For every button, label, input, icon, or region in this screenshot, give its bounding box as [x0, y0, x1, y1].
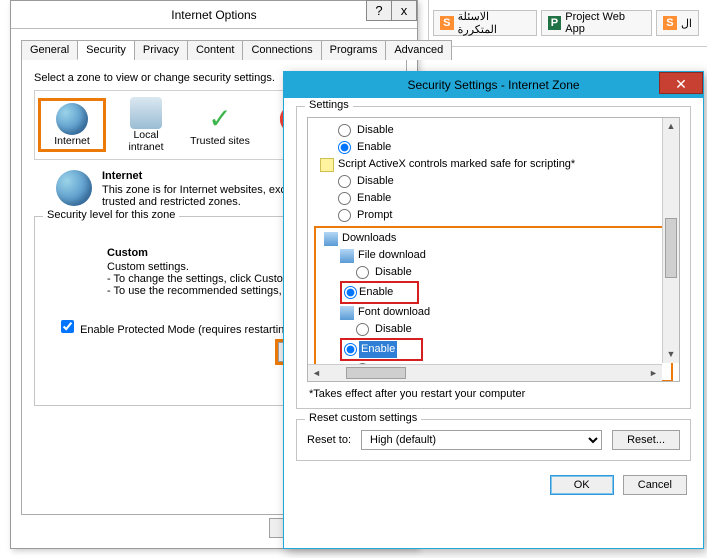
zone-label: Trusted sites — [190, 135, 250, 147]
restart-note: *Takes effect after you restart your com… — [309, 388, 678, 400]
font-download-icon — [340, 306, 354, 320]
reset-custom-settings-fieldset: Reset custom settings Reset to: High (de… — [296, 419, 691, 461]
close-button[interactable]: x — [391, 0, 417, 21]
zone-internet[interactable]: Internet — [41, 101, 103, 149]
check-icon: ✓ — [204, 103, 236, 135]
radio-disable[interactable] — [338, 124, 351, 137]
intranet-icon — [130, 97, 162, 129]
radio-font-download-disable[interactable] — [356, 323, 369, 336]
zone-label: Internet — [54, 135, 90, 147]
tab-security[interactable]: Security — [77, 40, 135, 60]
sharepoint-icon: S — [663, 16, 677, 30]
downloads-highlight: Downloads File download Disable Enable F… — [314, 226, 673, 382]
scroll-up-arrow[interactable]: ▲ — [663, 118, 679, 135]
tab-general[interactable]: General — [21, 40, 78, 60]
radio-enable[interactable] — [338, 141, 351, 154]
file-download-enable-highlight: Enable — [340, 281, 419, 304]
browser-tab[interactable]: S ال — [656, 10, 699, 36]
scroll-thumb[interactable] — [665, 218, 677, 278]
tab-strip: General Security Privacy Content Connect… — [21, 39, 407, 60]
project-icon: P — [548, 16, 562, 30]
zone-trusted-sites[interactable]: ✓ Trusted sites — [189, 103, 251, 147]
file-download-icon — [340, 249, 354, 263]
script-activex-node: Script ActiveX controls marked safe for … — [338, 156, 575, 173]
dialog-title: Internet Options — [171, 8, 256, 22]
protected-mode-checkbox[interactable]: Enable Protected Mode (requires restarti… — [57, 324, 297, 336]
browser-tab-label: الاسئلة المتكررة — [458, 10, 530, 36]
reset-to-label: Reset to: — [307, 434, 351, 446]
tab-advanced[interactable]: Advanced — [385, 40, 452, 60]
browser-tab[interactable]: S الاسئلة المتكررة — [433, 10, 537, 36]
horizontal-scrollbar[interactable]: ◄ ► — [308, 364, 662, 381]
font-download-enable-highlight: Enable — [340, 338, 423, 361]
ok-button[interactable]: OK — [550, 475, 614, 495]
help-button[interactable]: ? — [366, 0, 392, 21]
scroll-left-arrow[interactable]: ◄ — [308, 365, 325, 381]
browser-tab-strip: S الاسئلة المتكررة P Project Web App S ا… — [428, 0, 707, 47]
tab-content[interactable]: Content — [187, 40, 244, 60]
fieldset-legend: Reset custom settings — [305, 412, 421, 424]
close-button[interactable]: ✕ — [659, 72, 703, 94]
sharepoint-icon: S — [440, 16, 454, 30]
download-icon — [324, 232, 338, 246]
zone-label: Local intranet — [115, 129, 177, 153]
radio-file-download-enable[interactable] — [344, 286, 357, 299]
tab-connections[interactable]: Connections — [242, 40, 321, 60]
activex-icon — [320, 158, 334, 172]
dialog-titlebar[interactable]: Internet Options ? x — [11, 1, 417, 29]
settings-fieldset: Settings Disable Enable Script ActiveX c… — [296, 106, 691, 409]
browser-tab[interactable]: P Project Web App — [541, 10, 652, 36]
downloads-node: Downloads — [342, 230, 396, 247]
vertical-scrollbar[interactable]: ▲ ▼ — [662, 118, 679, 363]
protected-mode-input[interactable] — [61, 320, 74, 333]
scroll-thumb[interactable] — [346, 367, 406, 379]
font-download-node: Font download — [358, 304, 430, 321]
radio-file-download-disable[interactable] — [356, 266, 369, 279]
scroll-down-arrow[interactable]: ▼ — [663, 346, 679, 363]
fieldset-legend: Settings — [305, 99, 353, 111]
fieldset-legend: Security level for this zone — [43, 209, 179, 221]
radio-disable[interactable] — [338, 175, 351, 188]
globe-icon — [56, 103, 88, 135]
reset-button[interactable]: Reset... — [612, 430, 680, 450]
radio-font-download-enable[interactable] — [344, 343, 357, 356]
zone-local-intranet[interactable]: Local intranet — [115, 97, 177, 153]
tab-privacy[interactable]: Privacy — [134, 40, 188, 60]
reset-to-select[interactable]: High (default) — [361, 430, 602, 450]
dialog-title: Security Settings - Internet Zone — [407, 78, 579, 92]
globe-icon — [56, 170, 92, 206]
file-download-node: File download — [358, 247, 426, 264]
protected-mode-label: Enable Protected Mode (requires restarti… — [80, 324, 297, 336]
radio-enable[interactable] — [338, 192, 351, 205]
tab-programs[interactable]: Programs — [321, 40, 387, 60]
security-settings-dialog: Security Settings - Internet Zone ✕ Sett… — [283, 71, 704, 549]
settings-tree[interactable]: Disable Enable Script ActiveX controls m… — [307, 117, 680, 382]
browser-tab-label: Project Web App — [565, 11, 645, 35]
scroll-right-arrow[interactable]: ► — [645, 365, 662, 381]
dialog-titlebar[interactable]: Security Settings - Internet Zone ✕ — [284, 72, 703, 98]
cancel-button[interactable]: Cancel — [623, 475, 687, 495]
browser-tab-label: ال — [681, 17, 692, 30]
radio-prompt[interactable] — [338, 209, 351, 222]
